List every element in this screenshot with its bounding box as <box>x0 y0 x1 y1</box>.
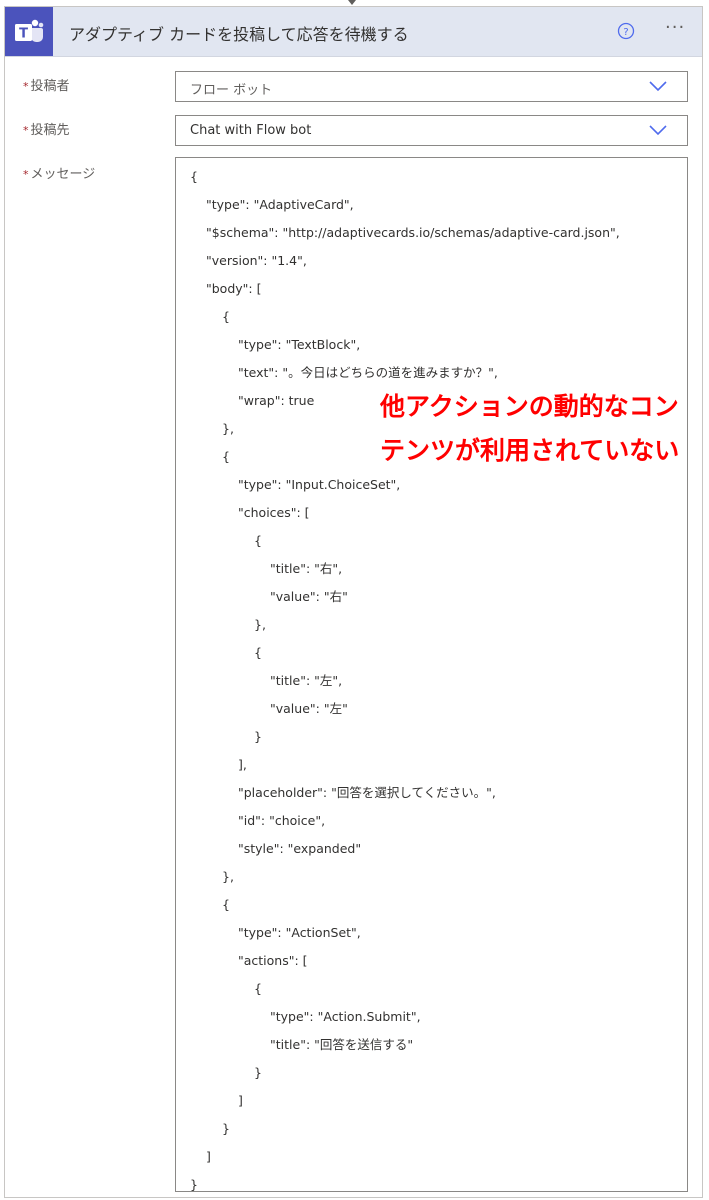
poster-label: * 投稿者 <box>23 75 70 94</box>
post-in-dropdown[interactable]: Chat with Flow bot <box>175 115 688 146</box>
svg-text:?: ? <box>623 27 628 38</box>
code-line: { <box>254 981 262 996</box>
code-line: { <box>254 645 262 660</box>
code-line: "actions": [ <box>238 953 308 968</box>
code-line: "text": "。今日はどちらの道を進みますか？", <box>238 365 498 380</box>
code-line: "choices": [ <box>238 505 310 520</box>
code-line: } <box>254 1065 262 1080</box>
poster-dropdown[interactable]: フロー ボット <box>175 71 688 102</box>
code-line: } <box>190 1177 198 1192</box>
action-card: T アダプティブ カードを投稿して応答を待機する ? ··· * 投稿者 フロー … <box>4 6 703 1198</box>
code-line: "value": "右" <box>270 589 348 604</box>
code-line: "type": "AdaptiveCard", <box>206 197 354 212</box>
code-line: "style": "expanded" <box>238 841 362 856</box>
message-label: * メッセージ <box>23 163 95 182</box>
code-line: }, <box>254 617 266 632</box>
code-line: { <box>190 169 198 184</box>
post-in-label: * 投稿先 <box>23 119 70 138</box>
required-marker: * <box>23 168 29 181</box>
code-line: } <box>254 729 262 744</box>
required-marker: * <box>23 124 29 137</box>
code-line: "version": "1.4", <box>206 253 307 268</box>
code-line: "title": "回答を送信する" <box>270 1037 414 1052</box>
chevron-down-icon <box>649 125 667 136</box>
chevron-down-icon <box>649 81 667 92</box>
code-line: "body": [ <box>206 281 262 296</box>
code-line: { <box>222 309 230 324</box>
teams-icon: T <box>5 7 53 56</box>
code-line: "title": "左", <box>270 673 343 688</box>
code-line: { <box>222 449 230 464</box>
code-line: "type": "Action.Submit", <box>270 1009 421 1024</box>
code-line: "type": "ActionSet", <box>238 925 361 940</box>
message-label-text: メッセージ <box>30 167 96 182</box>
code-line: "value": "左" <box>270 701 348 716</box>
code-line: { <box>222 897 230 912</box>
code-line: }, <box>222 421 234 436</box>
flow-connector-arrow <box>348 0 356 5</box>
code-line: ], <box>238 757 247 772</box>
annotation-callout: 他アクションの動的なコンテンツが利用されていない <box>380 392 680 465</box>
code-line: "id": "choice", <box>238 813 326 828</box>
card-title: アダプティブ カードを投稿して応答を待機する <box>69 25 409 44</box>
poster-value: フロー ボット <box>190 83 273 98</box>
svg-text:T: T <box>19 27 28 42</box>
code-line: ] <box>206 1149 211 1164</box>
code-line: } <box>222 1121 230 1136</box>
code-line: "title": "右", <box>270 561 343 576</box>
code-line: { <box>254 533 262 548</box>
post-in-value: Chat with Flow bot <box>190 123 312 138</box>
code-line: "placeholder": "回答を選択してください。", <box>238 785 496 800</box>
code-line: "type": "Input.ChoiceSet", <box>238 477 401 492</box>
code-line: }, <box>222 869 234 884</box>
poster-label-text: 投稿者 <box>30 79 70 94</box>
card-header[interactable]: T アダプティブ カードを投稿して応答を待機する ? ··· <box>5 7 702 57</box>
required-marker: * <box>23 80 29 93</box>
code-line: ] <box>238 1093 243 1108</box>
ellipsis-icon[interactable]: ··· <box>665 19 685 37</box>
post-in-label-text: 投稿先 <box>30 123 70 138</box>
help-circle-icon[interactable]: ? <box>617 22 635 40</box>
code-line: "type": "TextBlock", <box>238 337 361 352</box>
message-textarea[interactable]: { "type": "AdaptiveCard", "$schema": "http… <box>175 157 688 1192</box>
code-line: "$schema": "http://adaptivecards.io/sche… <box>206 225 620 240</box>
code-line: "wrap": true <box>238 393 315 408</box>
